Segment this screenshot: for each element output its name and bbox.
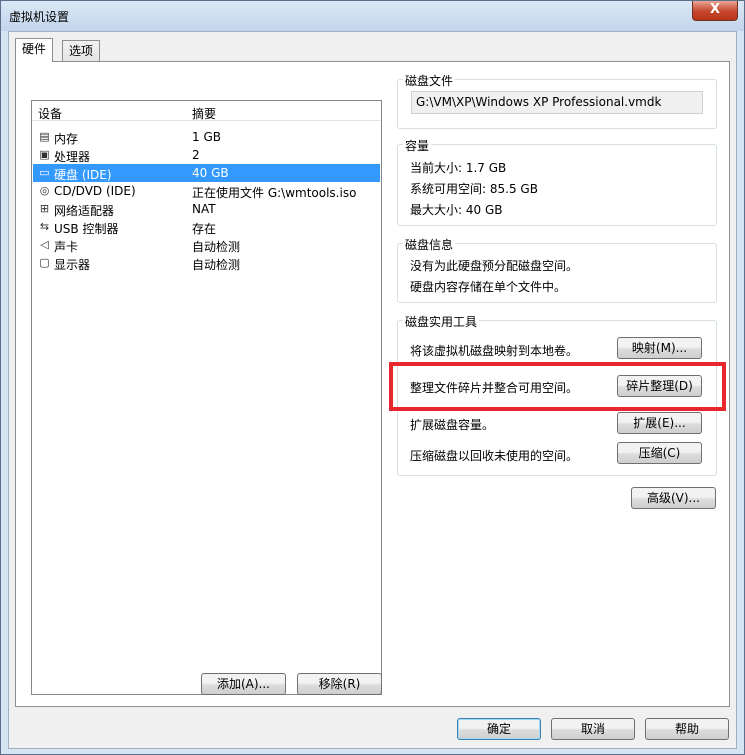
sound-icon: ◁ — [40, 238, 49, 251]
hard-disk-icon: ▭ — [39, 166, 50, 179]
device-summary: 40 GB — [192, 166, 229, 180]
add-button[interactable]: 添加(A)... — [201, 673, 286, 695]
compact-description: 压缩磁盘以回收未使用的空间。 — [410, 449, 579, 463]
device-name: 声卡 — [54, 240, 79, 254]
single-file-text: 硬盘内容存储在单个文件中。 — [410, 280, 567, 294]
device-name: 内存 — [54, 132, 79, 146]
current-size-text: 当前大小: 1.7 GB — [410, 161, 507, 175]
map-description: 将该虚拟机磁盘映射到本地卷。 — [410, 344, 579, 358]
device-row-cd-dvd[interactable]: ◎ CD/DVD (IDE) 正在使用文件 G:\wmtools.iso — [33, 182, 380, 200]
map-button[interactable]: 映射(M)... — [617, 337, 702, 359]
device-name: CD/DVD (IDE) — [54, 184, 136, 198]
disk-utilities-title: 磁盘实用工具 — [403, 313, 480, 330]
device-name: 硬盘 (IDE) — [54, 168, 112, 182]
remove-button[interactable]: 移除(R) — [297, 673, 382, 695]
network-icon: ⊞ — [39, 202, 50, 215]
disk-file-group: 磁盘文件 G:\VM\XP\Windows XP Professional.vm… — [397, 72, 717, 129]
window-title: 虚拟机设置 — [9, 10, 70, 24]
processor-icon: ▣ — [39, 148, 50, 161]
help-button[interactable]: 帮助 — [645, 718, 729, 740]
device-name: 处理器 — [54, 150, 91, 164]
device-row-usb[interactable]: ⇆ USB 控制器 存在 — [33, 218, 380, 236]
device-summary: NAT — [192, 202, 216, 216]
disk-file-title: 磁盘文件 — [403, 72, 456, 89]
device-name: 网络适配器 — [54, 204, 115, 218]
list-header: 设备 摘要 — [32, 101, 381, 121]
defrag-highlight-box — [389, 362, 726, 411]
device-row-sound[interactable]: ◁ 声卡 自动检测 — [33, 236, 380, 254]
device-name: 显示器 — [54, 258, 91, 272]
disk-file-path-field[interactable]: G:\VM\XP\Windows XP Professional.vmdk — [411, 91, 703, 114]
capacity-group: 容量 当前大小: 1.7 GB 系统可用空间: 85.5 GB 最大大小: 40… — [397, 137, 717, 226]
device-summary: 存在 — [192, 222, 217, 236]
expand-button[interactable]: 扩展(E)... — [617, 412, 702, 434]
max-size-text: 最大大小: 40 GB — [410, 203, 503, 217]
compact-button[interactable]: 压缩(C) — [617, 442, 702, 464]
tab-options[interactable]: 选项 — [62, 40, 101, 62]
settings-dialog: 虚拟机设置 X 硬件 选项 设备 摘要 ▤ 内存 1 GB ▣ 处理器 2 ▭ … — [0, 0, 745, 755]
disk-info-title: 磁盘信息 — [403, 236, 456, 253]
usb-icon: ⇆ — [39, 220, 50, 233]
title-bar[interactable]: 虚拟机设置 X — [1, 1, 744, 31]
tab-hardware[interactable]: 硬件 — [15, 38, 54, 62]
device-row-memory[interactable]: ▤ 内存 1 GB — [33, 128, 380, 146]
memory-icon: ▤ — [39, 130, 50, 143]
cancel-button[interactable]: 取消 — [551, 718, 635, 740]
ok-button[interactable]: 确定 — [457, 718, 541, 740]
device-row-processor[interactable]: ▣ 处理器 2 — [33, 146, 380, 164]
disk-info-group: 磁盘信息 没有为此硬盘预分配磁盘空间。 硬盘内容存储在单个文件中。 — [397, 236, 717, 303]
free-space-text: 系统可用空间: 85.5 GB — [410, 182, 538, 196]
preallocation-text: 没有为此硬盘预分配磁盘空间。 — [410, 259, 579, 273]
device-summary: 正在使用文件 G:\wmtools.iso — [192, 186, 357, 200]
advanced-button[interactable]: 高级(V)... — [631, 487, 716, 509]
device-row-hard-disk[interactable]: ▭ 硬盘 (IDE) 40 GB — [33, 164, 380, 182]
column-header-summary[interactable]: 摘要 — [192, 105, 216, 122]
close-button[interactable]: X — [692, 1, 738, 21]
cd-dvd-icon: ◎ — [39, 184, 50, 197]
column-header-device[interactable]: 设备 — [38, 105, 62, 122]
device-summary: 自动检测 — [192, 258, 241, 272]
display-icon: ▢ — [39, 256, 50, 269]
expand-description: 扩展磁盘容量。 — [410, 418, 495, 432]
device-row-display[interactable]: ▢ 显示器 自动检测 — [33, 254, 380, 272]
device-summary: 自动检测 — [192, 240, 241, 254]
device-row-network[interactable]: ⊞ 网络适配器 NAT — [33, 200, 380, 218]
device-name: USB 控制器 — [54, 222, 119, 236]
device-summary: 1 GB — [192, 130, 221, 144]
device-list[interactable]: 设备 摘要 ▤ 内存 1 GB ▣ 处理器 2 ▭ 硬盘 (IDE) 40 GB — [31, 100, 382, 695]
capacity-title: 容量 — [403, 137, 432, 154]
device-summary: 2 — [192, 148, 200, 162]
